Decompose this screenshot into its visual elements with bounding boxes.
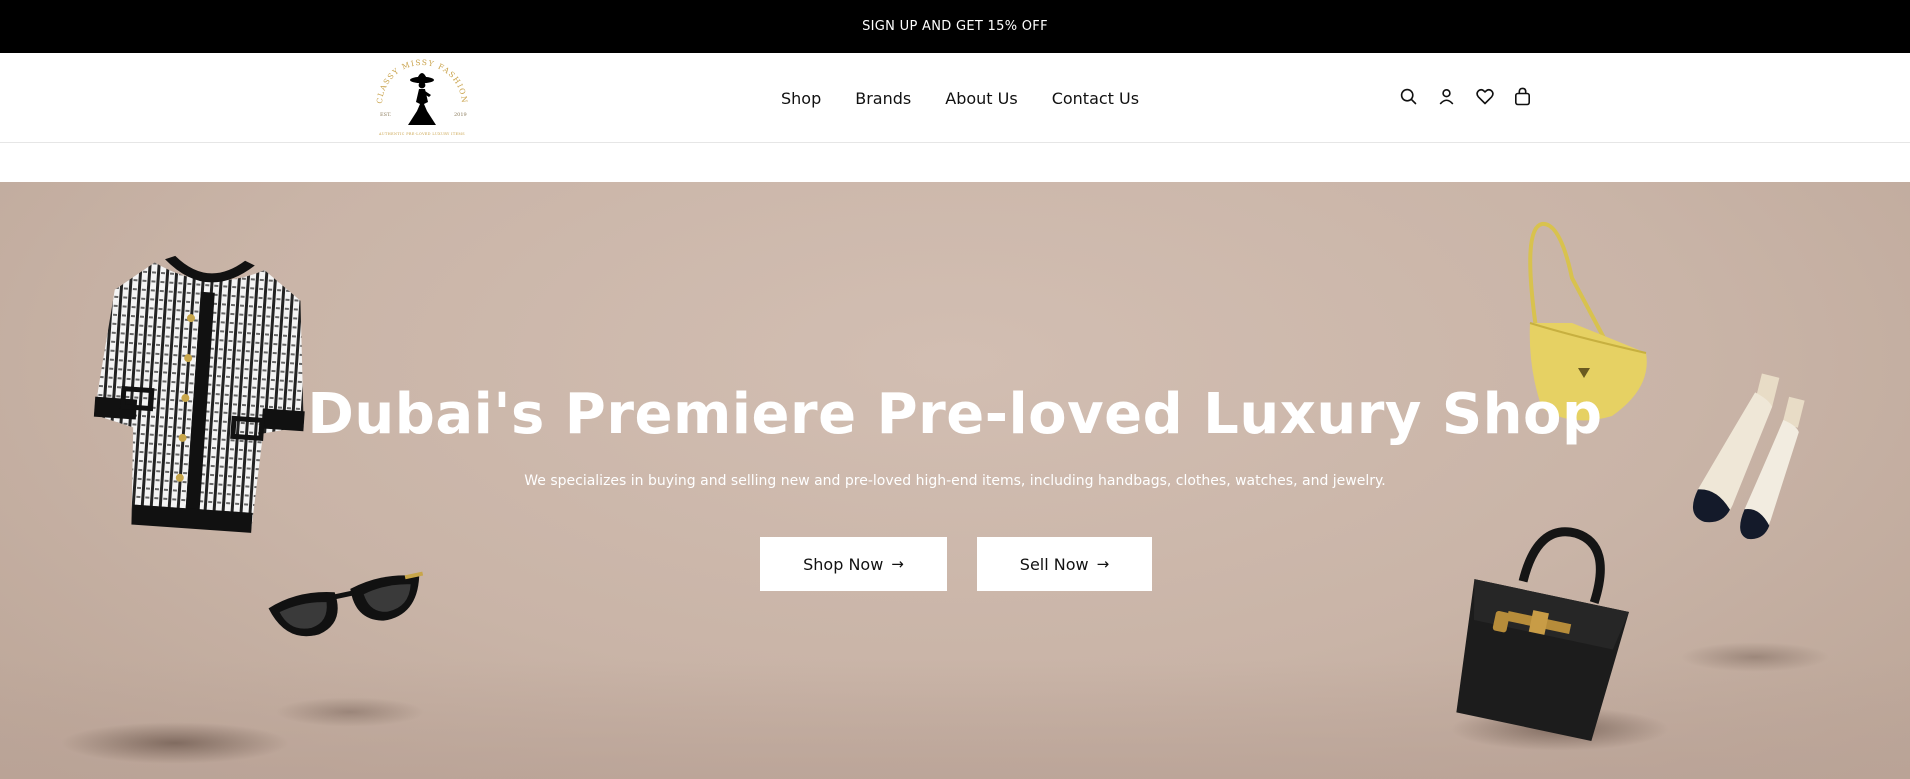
header-spacer xyxy=(0,143,1910,182)
logo-est-text: EST. xyxy=(380,112,392,118)
svg-text:AUTHENTIC PRE-LOVED LUXURY ITE: AUTHENTIC PRE-LOVED LUXURY ITEMS xyxy=(378,132,465,136)
nav-about-us[interactable]: About Us xyxy=(945,89,1017,108)
sell-now-button[interactable]: Sell Now → xyxy=(977,537,1152,591)
shoes-shadow xyxy=(1680,642,1830,672)
nav-brands[interactable]: Brands xyxy=(855,89,911,108)
announcement-text[interactable]: SIGN UP AND GET 15% OFF xyxy=(862,19,1048,34)
hero-subtitle: We specializes in buying and selling new… xyxy=(524,473,1386,489)
shopping-bag-icon[interactable] xyxy=(1512,86,1533,107)
sell-now-label: Sell Now xyxy=(1019,554,1089,574)
header-icons xyxy=(1398,86,1533,107)
nav-contact-us[interactable]: Contact Us xyxy=(1052,89,1139,108)
announcement-bar[interactable]: SIGN UP AND GET 15% OFF xyxy=(0,0,1910,53)
wishlist-heart-icon[interactable] xyxy=(1474,86,1495,107)
jacket-shadow xyxy=(60,722,290,764)
svg-text:2019: 2019 xyxy=(454,112,467,118)
sunglasses-shadow xyxy=(275,697,425,727)
arrow-right-icon: → xyxy=(891,555,904,573)
shop-now-button[interactable]: Shop Now → xyxy=(760,537,947,591)
hero-title: Dubai's Premiere Pre-loved Luxury Shop xyxy=(307,382,1603,447)
site-header: CLASSY MISSY FASHION EST. 2019 AUTHENTIC… xyxy=(0,53,1910,143)
shop-now-label: Shop Now xyxy=(803,554,884,574)
main-nav: Shop Brands About Us Contact Us xyxy=(781,53,1139,143)
search-icon[interactable] xyxy=(1398,86,1419,107)
brand-logo[interactable]: CLASSY MISSY FASHION EST. 2019 AUTHENTIC… xyxy=(368,58,476,141)
arrow-right-icon: → xyxy=(1096,555,1110,573)
hero-banner: Dubai's Premiere Pre-loved Luxury Shop W… xyxy=(0,182,1910,779)
nav-shop[interactable]: Shop xyxy=(781,89,821,108)
black-handbag-image xyxy=(1445,517,1645,746)
account-icon[interactable] xyxy=(1436,86,1457,107)
sunglasses-image xyxy=(262,562,432,656)
